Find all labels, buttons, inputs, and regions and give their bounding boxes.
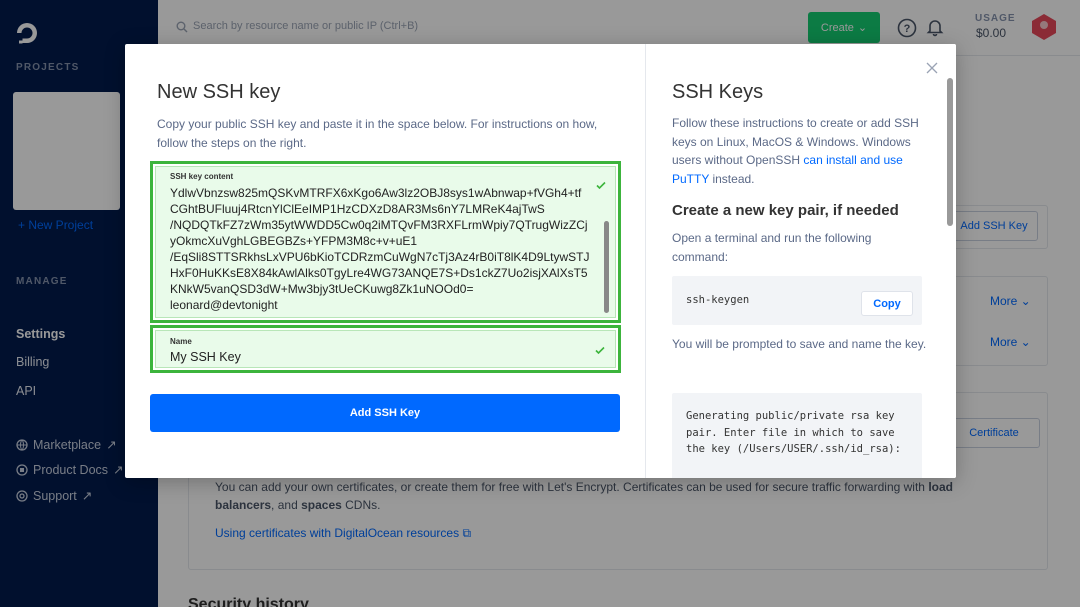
instructions-title: SSH Keys — [672, 81, 764, 103]
add-ssh-key-button[interactable]: Add SSH Key — [150, 394, 620, 432]
instructions-scrollbar[interactable] — [947, 74, 953, 474]
ssh-key-textarea[interactable]: SSH key content YdlwVbnzsw825mQSKvMTRFX6… — [155, 166, 616, 318]
name-field[interactable]: Name My SSH Key — [150, 325, 621, 373]
create-key-pair-heading: Create a new key pair, if needed — [672, 202, 899, 219]
instructions-panel: SSH Keys Follow these instructions to cr… — [645, 44, 956, 478]
name-value: My SSH Key — [170, 350, 241, 364]
instructions-intro: Follow these instructions to create or a… — [672, 116, 919, 186]
textarea-scrollbar[interactable] — [603, 173, 611, 313]
copy-button[interactable]: Copy — [861, 291, 913, 316]
instructions-scroll-thumb[interactable] — [947, 78, 953, 226]
ssh-key-content-label: SSH key content — [170, 172, 234, 181]
output-text: Generating public/private rsa key pair. … — [686, 410, 901, 455]
textarea-scroll-thumb[interactable] — [604, 221, 609, 313]
output-code-block: Generating public/private rsa key pair. … — [672, 393, 922, 478]
check-icon — [595, 346, 605, 355]
ssh-key-content-field[interactable]: SSH key content YdlwVbnzsw825mQSKvMTRFX6… — [150, 161, 621, 323]
new-ssh-key-modal: New SSH key Copy your public SSH key and… — [125, 44, 956, 478]
name-input[interactable]: Name My SSH Key — [155, 330, 616, 368]
name-label: Name — [170, 337, 192, 346]
modal-title: New SSH key — [157, 81, 281, 103]
form-panel: New SSH key Copy your public SSH key and… — [125, 44, 645, 478]
close-icon[interactable] — [924, 60, 940, 76]
modal-description: Copy your public SSH key and paste it in… — [157, 117, 598, 150]
command-code-block: ssh-keygen Copy — [672, 276, 922, 325]
prompt-text: You will be prompted to save and name th… — [672, 337, 927, 351]
ssh-key-content-value: YdlwVbnzsw825mQSKvMTRFX6xKgo6Aw3lz2OBJ8s… — [170, 186, 590, 312]
open-terminal-text: Open a terminal and run the following co… — [672, 231, 872, 264]
